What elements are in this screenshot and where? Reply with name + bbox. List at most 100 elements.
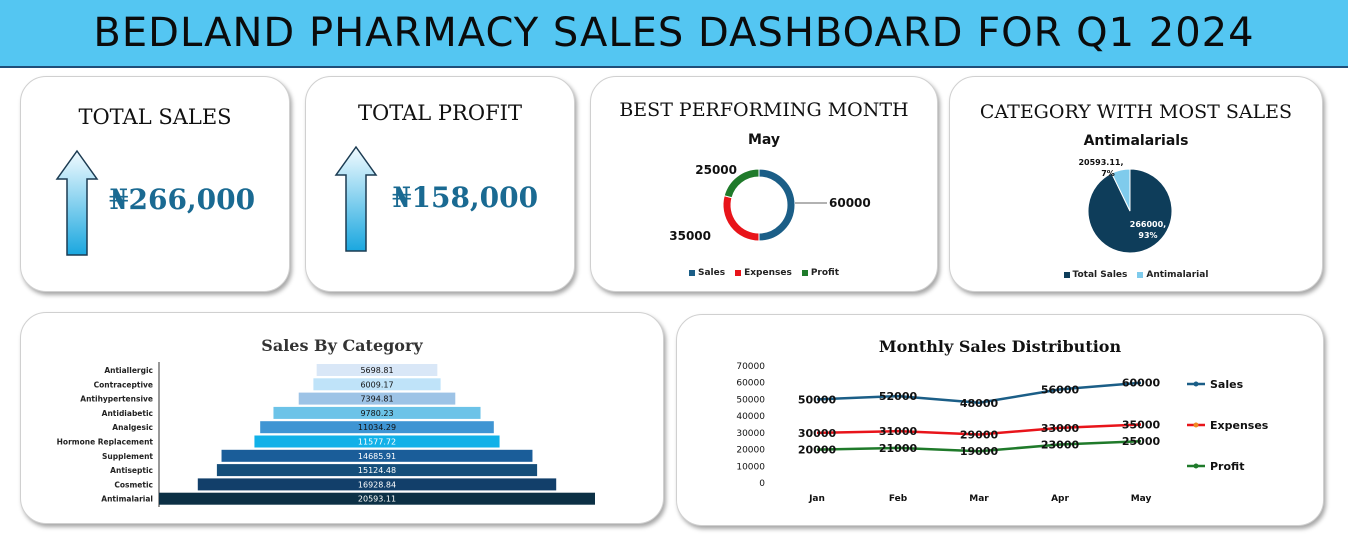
monthly-sales-chart: 0 10000 20000 30000 40000 50000 60000 70000 Jan F…: [736, 362, 1269, 504]
top-category-legend: Total Sales Antimalarial: [950, 263, 1322, 282]
line-data-label: 50000: [798, 393, 837, 406]
header-banner: BEDLAND PHARMACY SALES DASHBOARD FOR Q1 …: [0, 0, 1348, 68]
line-data-label: 33000: [1041, 422, 1080, 435]
bar-data-label: 11577.72: [358, 438, 396, 447]
x-tick-label: Jan: [808, 494, 825, 504]
legend-label: Total Sales: [1072, 270, 1128, 280]
line-data-label: 31000: [879, 425, 918, 438]
legend-item: Sales: [688, 268, 726, 278]
best-month-card: BEST PERFORMING MONTH May 60000 35000 2500…: [590, 76, 938, 292]
line-data-label: 21000: [879, 442, 918, 455]
category-label: Analgesic: [112, 423, 153, 432]
bar-data-label: 14685.91: [358, 452, 396, 461]
bar-data-label: 20593.11: [358, 495, 396, 504]
category-label: Antihypertensive: [80, 395, 153, 404]
bar-data-label: 9780.23: [360, 409, 393, 418]
top-category-subtitle: Antimalarials: [1083, 133, 1189, 149]
top-category-title: CATEGORY WITH MOST SALES: [979, 101, 1293, 123]
up-arrow-icon: [334, 145, 378, 252]
sales-by-category-card: Sales By Category 5698.81 Antiallergic 600…: [20, 312, 664, 524]
y-tick-label: 50000: [736, 395, 765, 405]
pie-data-label: 7%: [1101, 169, 1115, 178]
legend-item: Total Sales: [1063, 270, 1128, 280]
x-tick-label: Feb: [889, 494, 908, 504]
legend-label: Expenses: [1210, 419, 1269, 432]
bar-data-label: 16928.84: [358, 480, 396, 489]
line-data-label: 29000: [960, 429, 999, 442]
bar-data-label: 5698.81: [360, 366, 393, 375]
legend-marker: [1193, 381, 1199, 387]
category-label: Contraceptive: [94, 380, 153, 389]
legend-item: Antimalarial: [1137, 270, 1208, 280]
pie-data-label: 266000,: [1130, 220, 1166, 229]
category-label: Antiallergic: [104, 366, 153, 375]
legend-swatch: [801, 270, 808, 276]
category-label: Antiseptic: [110, 466, 153, 475]
y-tick-label: 70000: [736, 362, 765, 372]
line-data-label: 56000: [1041, 383, 1080, 396]
category-label: Antidiabetic: [102, 409, 153, 418]
bar-data-label: 15124.48: [358, 466, 396, 475]
line-data-label: 20000: [798, 444, 837, 457]
legend-label: Antimalarial: [1146, 270, 1209, 280]
bar-data-label: 6009.17: [360, 380, 393, 389]
top-category-pie-chart: 266000, 93% 20593.11, 7%: [1078, 158, 1173, 254]
donut-data-label: 25000: [695, 163, 737, 177]
legend-label: Sales: [697, 268, 726, 278]
category-label: Hormone Replacement: [57, 438, 154, 447]
best-month-title: BEST PERFORMING MONTH: [619, 99, 909, 121]
x-tick-label: Apr: [1051, 494, 1069, 504]
best-month-donut-chart: 60000 35000 25000: [669, 163, 871, 243]
y-tick-label: 30000: [736, 429, 765, 439]
line-data-label: 25000: [1122, 435, 1161, 448]
legend-label: Sales: [1210, 378, 1244, 391]
pie-data-label: 20593.11,: [1078, 158, 1123, 167]
y-tick-label: 40000: [736, 412, 765, 422]
category-label: Supplement: [102, 452, 153, 461]
total-profit-card: TOTAL PROFIT ₦158,000: [305, 76, 575, 292]
y-tick-label: 20000: [736, 446, 765, 456]
top-category-card: CATEGORY WITH MOST SALES Antimalarials 2…: [949, 76, 1323, 292]
line-data-label: 30000: [798, 427, 837, 440]
total-sales-title: TOTAL SALES: [78, 105, 232, 129]
legend-swatch: [1137, 272, 1144, 278]
category-label: Antimalarial: [101, 495, 153, 504]
pie-data-label: 93%: [1138, 231, 1157, 240]
legend-label: Expenses: [744, 268, 792, 278]
legend-label: Profit: [810, 268, 840, 278]
legend-swatch: [1063, 272, 1070, 278]
y-tick-label: 10000: [736, 462, 765, 472]
x-tick-label: Mar: [969, 494, 989, 504]
line-data-label: 60000: [1122, 377, 1161, 390]
legend-item: Profit: [801, 268, 840, 278]
donut-data-label: 35000: [669, 229, 711, 243]
best-month-legend: Sales Expenses Profit: [591, 261, 937, 280]
bar-data-label: 11034.29: [358, 423, 396, 432]
line-data-label: 35000: [1122, 419, 1161, 432]
best-month-subtitle: May: [747, 132, 781, 148]
legend-label: Profit: [1210, 460, 1244, 473]
dashboard-title: BEDLAND PHARMACY SALES DASHBOARD FOR Q1 …: [93, 10, 1255, 56]
total-profit-value: ₦158,000: [392, 181, 539, 214]
x-tick-label: May: [1131, 494, 1152, 504]
monthly-sales-card: Monthly Sales Distribution 0 10000 20000 30…: [676, 314, 1324, 526]
donut-data-label: 60000: [829, 196, 871, 210]
category-label: Cosmetic: [114, 480, 153, 489]
y-tick-label: 0: [759, 479, 765, 489]
donut-slice: [722, 195, 760, 242]
legend-item: Expenses: [735, 268, 792, 278]
total-sales-value: ₦266,000: [109, 183, 256, 216]
legend-swatch: [688, 270, 695, 276]
legend-marker: [1193, 422, 1199, 428]
legend-marker: [1193, 463, 1199, 469]
line-data-label: 19000: [960, 445, 999, 458]
legend-swatch: [735, 270, 742, 276]
up-arrow-icon: [55, 149, 99, 256]
y-tick-label: 60000: [736, 379, 765, 389]
sales-by-category-chart: 5698.81 Antiallergic 6009.17 Contraceptive 7…: [57, 362, 595, 507]
donut-slice: [758, 168, 796, 242]
total-profit-title: TOTAL PROFIT: [358, 101, 522, 125]
line-data-label: 48000: [960, 397, 999, 410]
line-data-label: 52000: [879, 390, 918, 403]
bar-data-label: 7394.81: [360, 395, 393, 404]
